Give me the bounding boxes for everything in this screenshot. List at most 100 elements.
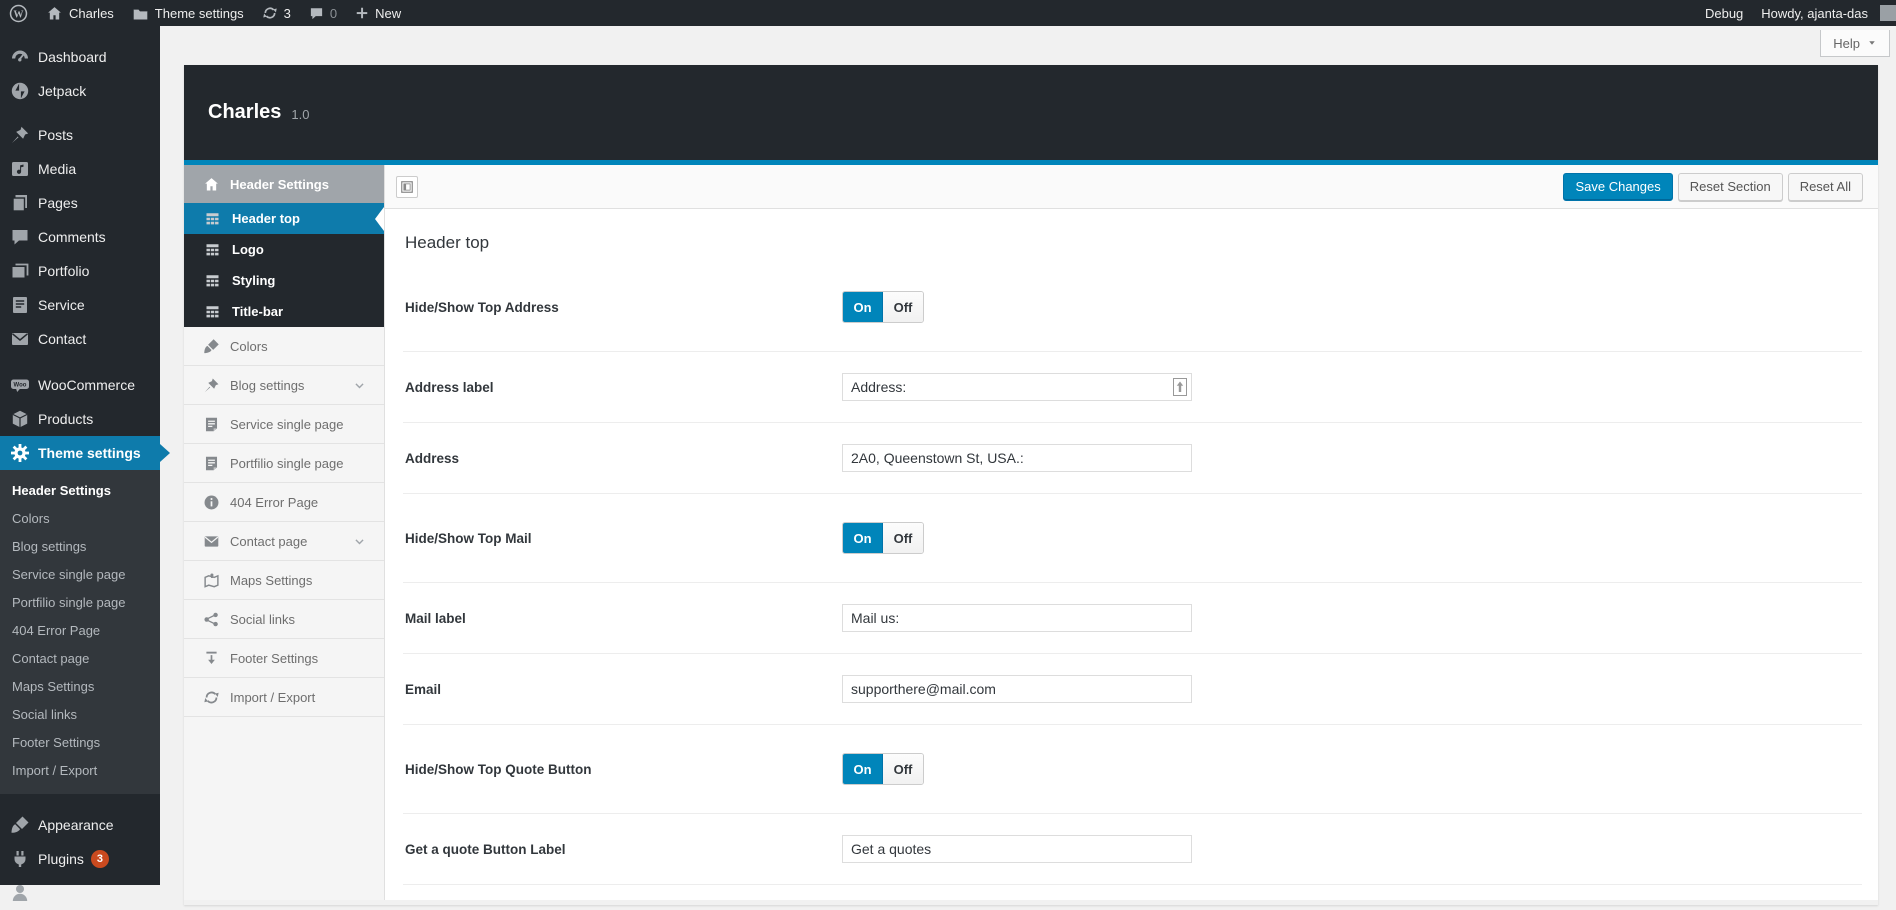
reset-all-button[interactable]: Reset All <box>1788 173 1863 201</box>
field-label: Hide/Show Top Address <box>403 300 842 315</box>
nav-tab-title-bar[interactable]: Title-bar <box>184 296 384 327</box>
sidebar-item-label: Theme settings <box>38 445 141 461</box>
sidebar-item-products[interactable]: Products <box>0 402 160 436</box>
nav-tab-styling[interactable]: Styling <box>184 265 384 296</box>
field-label: Address label <box>403 380 842 395</box>
quote-button-label-input[interactable] <box>842 835 1192 863</box>
sidebar-item-label: Service <box>38 297 85 313</box>
submenu-item-colors[interactable]: Colors <box>0 505 160 533</box>
sidebar-item-woocommerce[interactable]: WooCommerce <box>0 368 160 402</box>
toggle-on-button[interactable]: On <box>843 523 883 553</box>
grid-icon <box>205 211 220 226</box>
sidebar-item-label: Jetpack <box>38 83 86 99</box>
nav-tab-import-export[interactable]: Import / Export <box>184 678 384 717</box>
chevron-down-icon <box>353 379 366 392</box>
save-changes-button[interactable]: Save Changes <box>1563 173 1672 201</box>
nav-tab-maps-settings[interactable]: Maps Settings <box>184 561 384 600</box>
nav-tab-social-links[interactable]: Social links <box>184 600 384 639</box>
debug-menu[interactable]: Debug <box>1696 0 1752 26</box>
sidebar-item-posts[interactable]: Posts <box>0 118 160 152</box>
sidebar-item-plugins[interactable]: Plugins 3 <box>0 842 160 876</box>
sidebar-item-comments[interactable]: Comments <box>0 220 160 254</box>
update-icon <box>262 5 278 21</box>
submenu-item-maps-settings[interactable]: Maps Settings <box>0 673 160 701</box>
footer-arrow-icon <box>203 650 220 667</box>
mail-label-input[interactable] <box>842 604 1192 632</box>
nav-tab-404-error-page[interactable]: 404 Error Page <box>184 483 384 522</box>
sidebar-item-contact[interactable]: Contact <box>0 322 160 356</box>
sidebar-item-label: Plugins <box>38 851 84 867</box>
submenu-item-footer-settings[interactable]: Footer Settings <box>0 729 160 757</box>
plus-icon <box>355 6 369 20</box>
input-autofill-icon[interactable] <box>1173 378 1187 396</box>
sidebar-item-partial[interactable] <box>0 876 160 910</box>
updates-menu[interactable]: 3 <box>253 0 300 26</box>
grid-icon <box>205 242 220 257</box>
hide-show-top-quote-toggle: On Off <box>842 753 924 785</box>
help-button[interactable]: Help <box>1820 30 1890 57</box>
sidebar-item-theme-settings[interactable]: Theme settings <box>0 436 160 470</box>
submenu-item-blog-settings[interactable]: Blog settings <box>0 533 160 561</box>
reset-section-button[interactable]: Reset Section <box>1678 173 1783 201</box>
nav-tab-logo[interactable]: Logo <box>184 234 384 265</box>
my-account-menu[interactable]: Howdy, ajanta-das <box>1752 0 1896 26</box>
expand-icon <box>400 180 414 194</box>
panel-title: Charles <box>208 101 281 124</box>
toggle-off-button[interactable]: Off <box>883 292 923 322</box>
address-input[interactable] <box>842 444 1192 472</box>
nav-tab-colors[interactable]: Colors <box>184 327 384 366</box>
nav-tab-blog-settings[interactable]: Blog settings <box>184 366 384 405</box>
hide-show-top-address-toggle: On Off <box>842 291 924 323</box>
folder-icon <box>132 5 149 22</box>
submenu-item-contact-page[interactable]: Contact page <box>0 645 160 673</box>
nav-tab-label: Logo <box>232 242 264 257</box>
submenu-item-social-links[interactable]: Social links <box>0 701 160 729</box>
theme-settings-crumb[interactable]: Theme settings <box>123 0 253 26</box>
submenu-item-header-settings[interactable]: Header Settings <box>0 477 160 505</box>
toggle-on-button[interactable]: On <box>843 292 883 322</box>
nav-tab-contact-page[interactable]: Contact page <box>184 522 384 561</box>
nav-tab-service-single-page[interactable]: Service single page <box>184 405 384 444</box>
toggle-off-button[interactable]: Off <box>883 523 923 553</box>
field-row-hide-show-top-mail: Hide/Show Top Mail On Off <box>403 494 1862 583</box>
sidebar-item-dashboard[interactable]: Dashboard <box>0 40 160 74</box>
sidebar-item-pages[interactable]: Pages <box>0 186 160 220</box>
submenu-item-404-error-page[interactable]: 404 Error Page <box>0 617 160 645</box>
address-label-input[interactable] <box>842 373 1192 401</box>
field-label: Address <box>403 451 842 466</box>
envelope-icon <box>203 533 220 550</box>
sidebar-item-jetpack[interactable]: Jetpack <box>0 74 160 108</box>
comments-menu[interactable]: 0 <box>300 0 346 26</box>
sidebar-item-appearance[interactable]: Appearance <box>0 808 160 842</box>
sidebar-item-portfolio[interactable]: Portfolio <box>0 254 160 288</box>
wp-logo-menu[interactable] <box>0 0 37 26</box>
grid-icon <box>205 304 220 319</box>
nav-tab-portfilio-single-page[interactable]: Portfilio single page <box>184 444 384 483</box>
expand-options-button[interactable] <box>396 176 418 198</box>
share-icon <box>203 611 220 628</box>
nav-group-header-settings[interactable]: Header Settings <box>184 165 384 203</box>
info-icon <box>203 494 220 511</box>
email-input[interactable] <box>842 675 1192 703</box>
submenu-item-portfilio-single-page[interactable]: Portfilio single page <box>0 589 160 617</box>
site-name: Charles <box>69 6 114 21</box>
comment-icon <box>309 6 324 21</box>
sidebar-item-service[interactable]: Service <box>0 288 160 322</box>
pages-icon <box>10 193 30 213</box>
toggle-on-button[interactable]: On <box>843 754 883 784</box>
crumb-label: Theme settings <box>155 6 244 21</box>
nav-tab-footer-settings[interactable]: Footer Settings <box>184 639 384 678</box>
field-row-mail-label: Mail label <box>403 583 1862 654</box>
submenu-item-import-export[interactable]: Import / Export <box>0 757 160 785</box>
nav-tab-label: Blog settings <box>230 378 304 393</box>
new-content-menu[interactable]: New <box>346 0 410 26</box>
sidebar-item-media[interactable]: Media <box>0 152 160 186</box>
debug-label: Debug <box>1705 6 1743 21</box>
nav-tab-header-top[interactable]: Header top <box>184 203 384 234</box>
nav-tab-label: Contact page <box>230 534 307 549</box>
field-label: Mail label <box>403 611 842 626</box>
theme-options-panel: Charles 1.0 Header Settings Header top L… <box>184 65 1878 905</box>
site-name-link[interactable]: Charles <box>37 0 123 26</box>
toggle-off-button[interactable]: Off <box>883 754 923 784</box>
submenu-item-service-single-page[interactable]: Service single page <box>0 561 160 589</box>
